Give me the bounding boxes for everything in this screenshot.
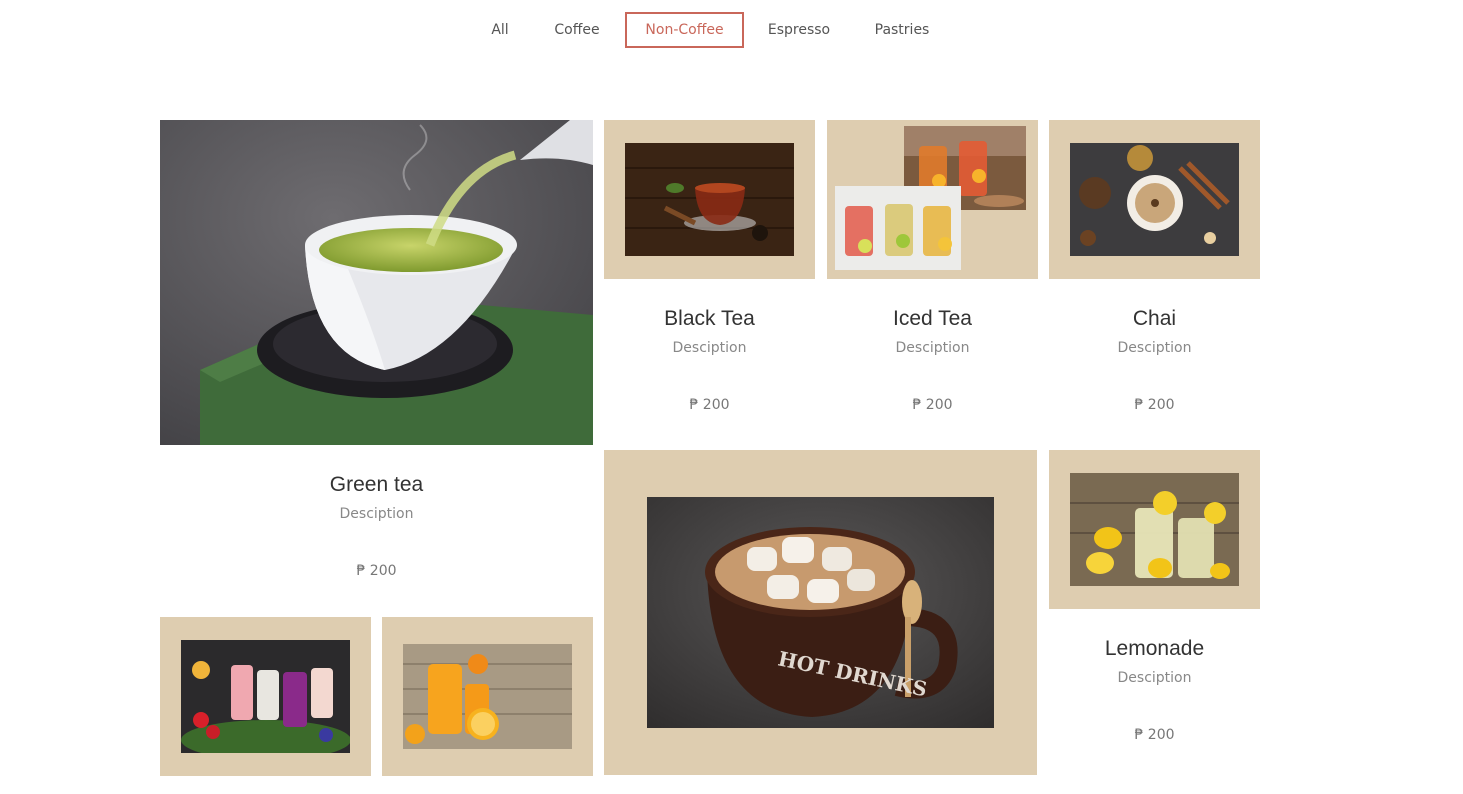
filter-tab-coffee[interactable]: Coffee (544, 12, 610, 48)
filter-tab-espresso[interactable]: Espresso (757, 12, 841, 48)
black-tea-title[interactable]: Black Tea (604, 307, 815, 331)
black-tea-description: Desciption (672, 340, 747, 356)
iced-tea-title[interactable]: Iced Tea (827, 307, 1038, 331)
lemonade-description: Desciption (1117, 670, 1192, 686)
green-tea-description: Desciption (339, 506, 414, 522)
iced-tea-description: Desciption (895, 340, 970, 356)
hot-drinks-card-image[interactable]: HOT DRINKS (604, 450, 1037, 775)
lemonade-price: ₱ 200 (1134, 727, 1175, 743)
filter-tab-pastries[interactable]: Pastries (862, 12, 942, 48)
black-tea-card-image[interactable] (604, 120, 815, 279)
black-tea-price: ₱ 200 (689, 397, 730, 413)
lemonade-title[interactable]: Lemonade (1049, 637, 1260, 661)
chai-title[interactable]: Chai (1049, 307, 1260, 331)
smoothies-card-image[interactable] (160, 617, 371, 776)
green-tea-price: ₱ 200 (356, 563, 397, 579)
orange-juice-card-image[interactable] (382, 617, 593, 776)
menu-page: All Coffee Non-Coffee Espresso Pastries (0, 0, 1463, 794)
iced-tea-price: ₱ 200 (912, 397, 953, 413)
green-tea-title[interactable]: Green tea (160, 473, 593, 497)
green-tea-image[interactable] (160, 120, 593, 445)
chai-card-image[interactable] (1049, 120, 1260, 279)
iced-tea-card-image[interactable] (827, 120, 1038, 279)
filter-tab-non-coffee[interactable]: Non-Coffee (625, 12, 744, 48)
chai-description: Desciption (1117, 340, 1192, 356)
filter-tab-all[interactable]: All (480, 12, 520, 48)
lemonade-card-image[interactable] (1049, 450, 1260, 609)
chai-price: ₱ 200 (1134, 397, 1175, 413)
